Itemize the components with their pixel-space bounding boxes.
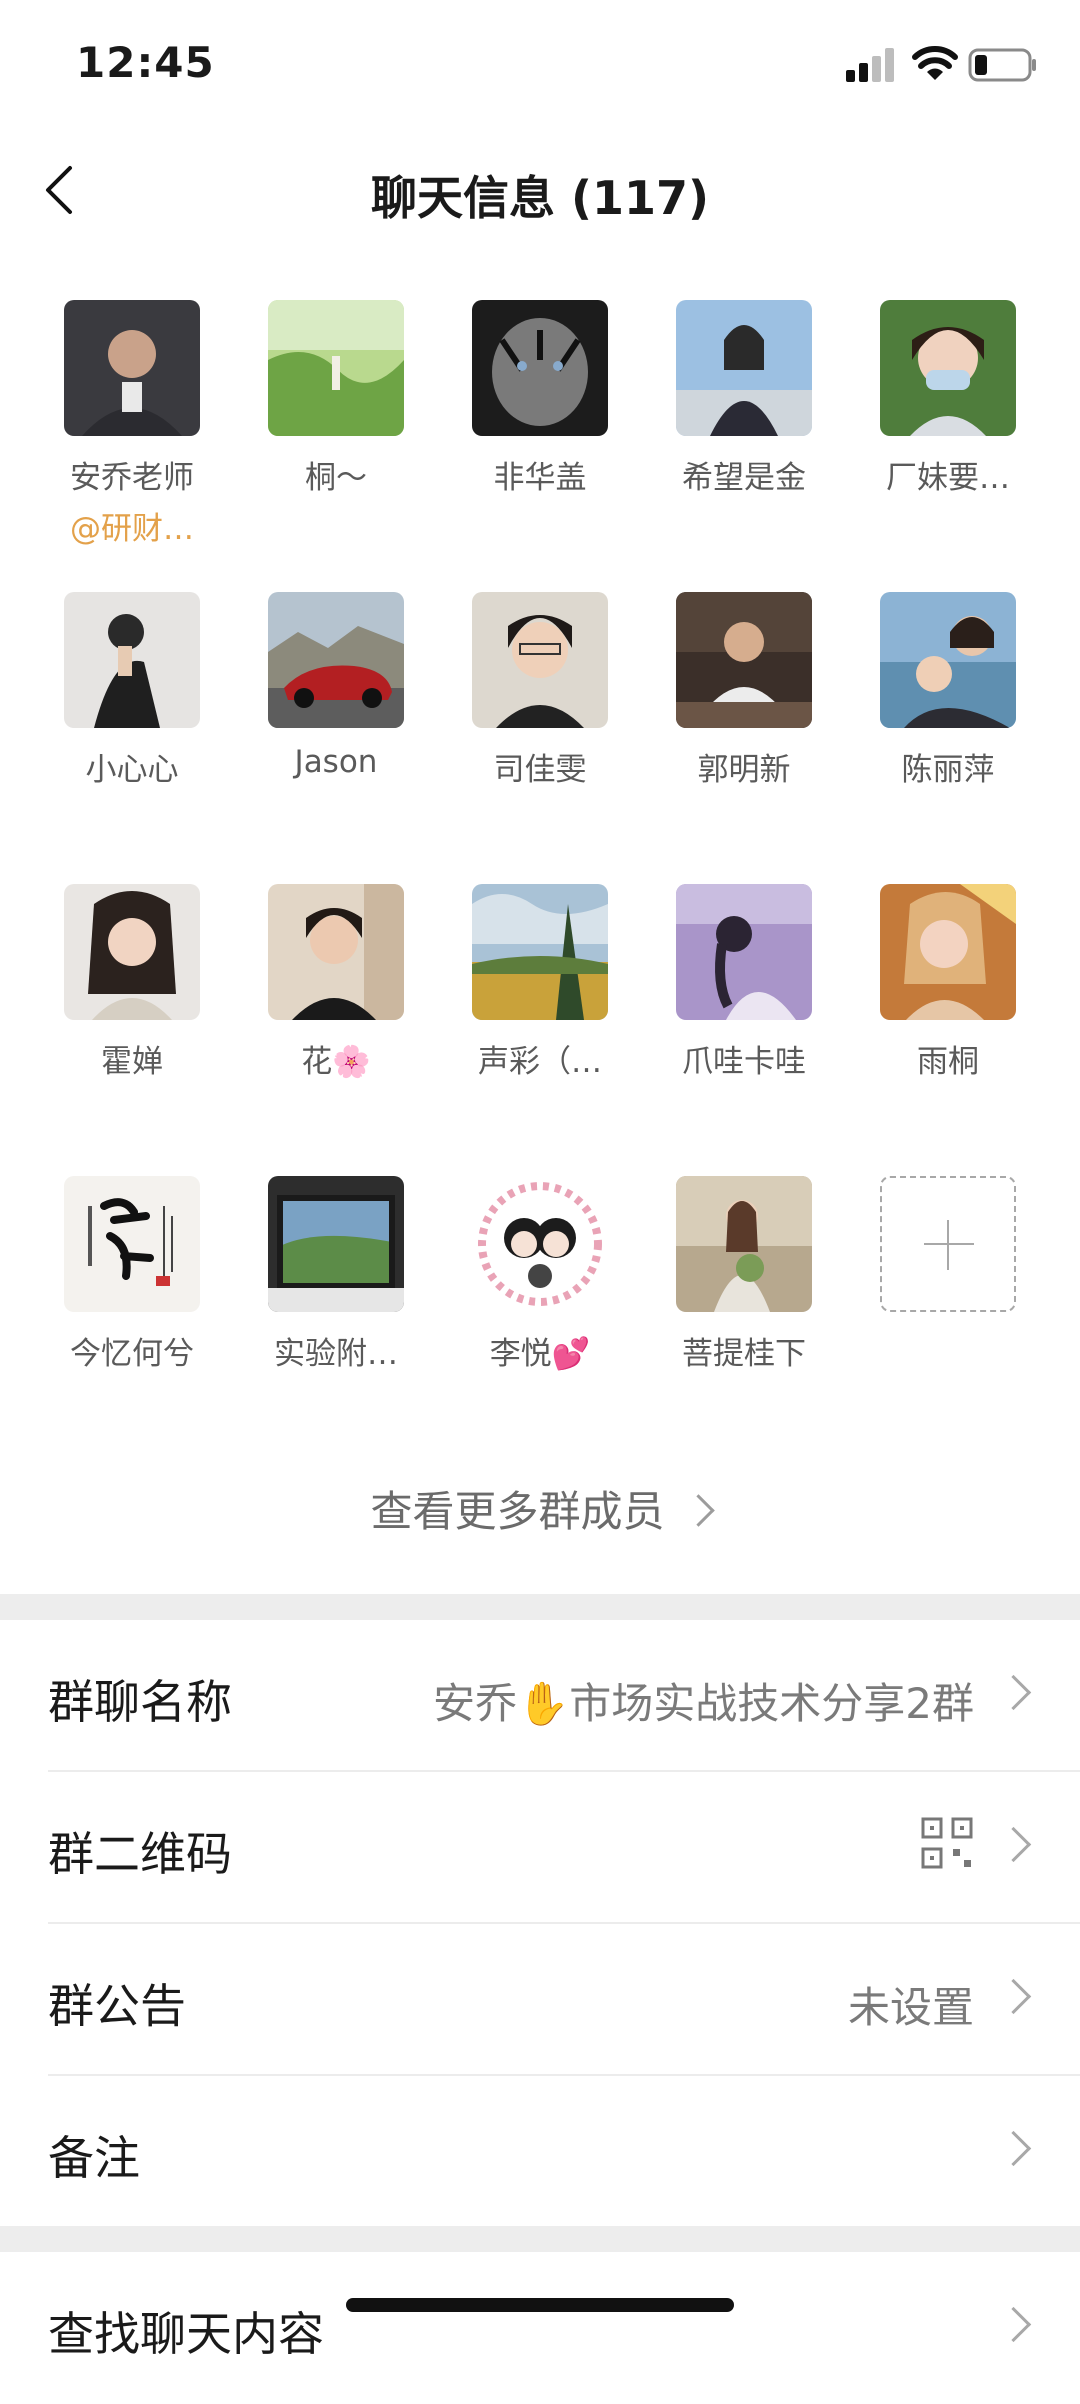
chevron-right-icon — [995, 1978, 1032, 2015]
chevron-right-icon — [681, 1494, 715, 1527]
member-name: 实验附… — [274, 1336, 398, 1372]
view-more-members-link[interactable]: 查看更多群成员 — [0, 1478, 1080, 1539]
member-name: 安乔老师 — [70, 460, 194, 496]
member-name: 厂妹要… — [886, 460, 1010, 496]
member-item[interactable]: 司佳雯 — [450, 592, 630, 789]
row-label: 群公告 — [48, 1979, 186, 2033]
avatar — [472, 884, 608, 1020]
member-name: 非华盖 — [493, 460, 587, 496]
row-label: 备注 — [48, 2131, 140, 2185]
avatar — [472, 1176, 608, 1312]
member-item[interactable]: 李悦💕 — [450, 1176, 630, 1373]
member-item[interactable]: 今忆何兮 — [42, 1176, 222, 1373]
avatar — [676, 884, 812, 1020]
member-item[interactable]: 桐～ — [246, 300, 426, 497]
announcement-row[interactable]: 群公告 未设置 — [0, 1924, 1080, 2076]
chevron-right-icon — [995, 1674, 1032, 1711]
member-item[interactable]: 菩提桂下 — [654, 1176, 834, 1373]
avatar — [64, 1176, 200, 1312]
member-tag: @研财… — [70, 511, 194, 547]
member-name: 小心心 — [85, 752, 179, 788]
nav-bar: 聊天信息 (117) — [0, 130, 1080, 250]
member-item[interactable]: 陈丽萍 — [858, 592, 1038, 789]
member-name: 李悦💕 — [489, 1336, 591, 1372]
avatar — [676, 592, 812, 728]
view-more-label: 查看更多群成员 — [370, 1487, 665, 1536]
chevron-right-icon — [995, 2130, 1032, 2167]
group-name-row[interactable]: 群聊名称 安乔✋市场实战技术分享2群 — [0, 1620, 1080, 1772]
avatar — [268, 300, 404, 436]
member-item[interactable]: 声彩（… — [450, 884, 630, 1081]
member-item[interactable]: 霍婵 — [42, 884, 222, 1081]
avatar — [880, 300, 1016, 436]
member-name: 郭明新 — [697, 752, 791, 788]
avatar — [268, 884, 404, 1020]
group-name-value: 安乔✋市场实战技术分享2群 — [432, 1679, 974, 1728]
add-member-button[interactable] — [858, 1176, 1038, 1312]
member-name: 希望是金 — [682, 460, 806, 496]
member-name: 爪哇卡哇 — [682, 1044, 806, 1080]
status-bar: 12:45 — [0, 0, 1080, 130]
member-name: 霍婵 — [101, 1044, 163, 1080]
group-qr-row[interactable]: 群二维码 — [0, 1772, 1080, 1924]
battery-icon — [968, 48, 1036, 82]
avatar — [472, 300, 608, 436]
member-item[interactable]: 小心心 — [42, 592, 222, 789]
avatar — [472, 592, 608, 728]
row-label: 群聊名称 — [48, 1675, 232, 1729]
member-name: 桐～ — [305, 460, 367, 496]
member-item[interactable]: 安乔老师 @研财… — [42, 300, 222, 548]
member-item[interactable]: Jason — [246, 592, 426, 780]
section-divider — [0, 2226, 1080, 2252]
wifi-icon — [912, 46, 958, 80]
member-item[interactable]: 实验附… — [246, 1176, 426, 1373]
remark-row[interactable]: 备注 — [0, 2076, 1080, 2228]
cellular-signal-icon — [846, 48, 894, 82]
home-indicator[interactable] — [346, 2298, 734, 2312]
avatar — [64, 592, 200, 728]
member-name: 声彩（… — [478, 1044, 602, 1080]
chevron-right-icon — [995, 2306, 1032, 2343]
avatar — [268, 1176, 404, 1312]
avatar — [880, 592, 1016, 728]
member-item[interactable]: 郭明新 — [654, 592, 834, 789]
member-item[interactable]: 爪哇卡哇 — [654, 884, 834, 1081]
avatar — [880, 884, 1016, 1020]
avatar — [268, 592, 404, 728]
qr-code-icon — [921, 1817, 973, 1869]
chevron-right-icon — [995, 1826, 1032, 1863]
member-item[interactable]: 厂妹要… — [858, 300, 1038, 497]
member-item[interactable]: 非华盖 — [450, 300, 630, 497]
search-chat-row[interactable]: 查找聊天内容 — [0, 2252, 1080, 2404]
avatar — [676, 1176, 812, 1312]
member-name: 今忆何兮 — [70, 1336, 194, 1372]
row-label: 群二维码 — [48, 1827, 232, 1881]
avatar — [64, 884, 200, 1020]
avatar — [676, 300, 812, 436]
member-name: 陈丽萍 — [901, 752, 995, 788]
avatar — [64, 300, 200, 436]
status-time: 12:45 — [76, 38, 215, 87]
page-title: 聊天信息 (117) — [370, 171, 710, 225]
section-divider — [0, 1594, 1080, 1620]
member-name: 花🌸 — [301, 1044, 371, 1080]
member-item[interactable]: 花🌸 — [246, 884, 426, 1081]
member-name: 司佳雯 — [493, 752, 587, 788]
row-label: 查找聊天内容 — [48, 2307, 324, 2361]
announcement-value: 未设置 — [847, 1983, 974, 2032]
member-name: Jason — [294, 744, 378, 780]
plus-icon — [880, 1176, 1016, 1312]
member-name: 菩提桂下 — [682, 1336, 806, 1372]
member-name: 雨桐 — [917, 1044, 979, 1080]
member-item[interactable]: 雨桐 — [858, 884, 1038, 1081]
member-item[interactable]: 希望是金 — [654, 300, 834, 497]
